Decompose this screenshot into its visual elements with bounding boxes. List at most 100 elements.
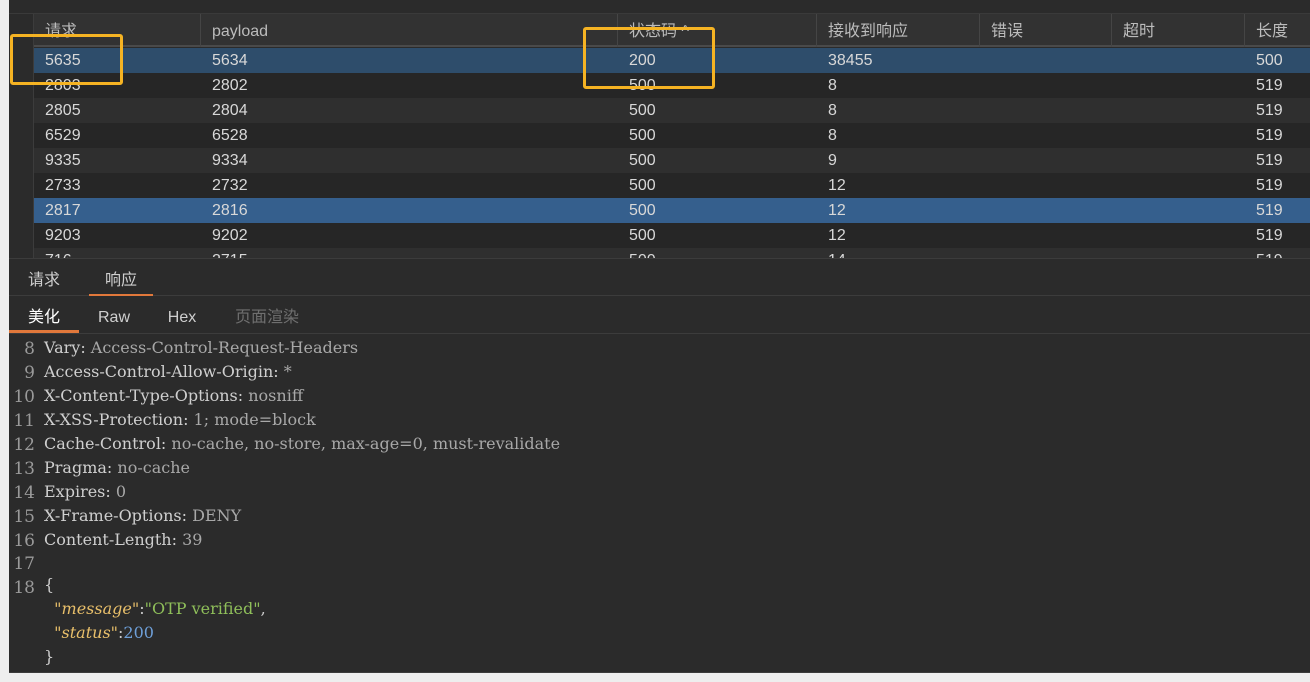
cell-timeout bbox=[1112, 198, 1123, 223]
cell-request: 9335 bbox=[45, 152, 81, 169]
tab-request[interactable]: 请求 bbox=[19, 259, 69, 296]
line-number: 16 bbox=[13, 531, 35, 551]
cell-timeout bbox=[1112, 123, 1123, 148]
cell-payload: 2732 bbox=[212, 177, 248, 194]
line-number: 18 bbox=[13, 578, 35, 598]
header-line: X-Content-Type-Options: nosniff bbox=[44, 386, 303, 405]
message-tabs: 请求 响应 bbox=[9, 258, 1310, 296]
cell-status: 500 bbox=[618, 248, 656, 258]
table-row[interactable]: 5635 5634 200 38455 500 bbox=[34, 48, 1310, 73]
header-value: no-cache bbox=[112, 458, 190, 477]
table-row[interactable]: 6529 6528 500 8 519 bbox=[34, 123, 1310, 148]
cell-length: 500 bbox=[1256, 52, 1283, 69]
response-viewer[interactable]: 8 9 10 11 12 13 14 15 16 17 18 Vary: Access-Contro… bbox=[9, 335, 1310, 672]
cell-error bbox=[980, 123, 991, 148]
header-value: 0 bbox=[110, 482, 127, 501]
table-row[interactable]: 716 2715 500 14 519 bbox=[34, 248, 1310, 258]
header-value: * bbox=[278, 362, 292, 381]
header-line: Access-Control-Allow-Origin: * bbox=[44, 362, 292, 381]
cell-payload: 9334 bbox=[212, 152, 248, 169]
json-message-line: "message":"OTP verified", bbox=[54, 599, 266, 618]
tab-raw[interactable]: Raw bbox=[89, 297, 139, 333]
cell-payload: 2804 bbox=[212, 102, 248, 119]
intruder-results-table[interactable]: 请求 payload 状态码 ^ 接收到响应 错误 超时 长度 5635 5634… bbox=[33, 14, 1310, 258]
cell-request: 6529 bbox=[45, 127, 81, 144]
line-number: 11 bbox=[13, 411, 35, 431]
json-status-line: "status":200 bbox=[54, 623, 154, 642]
header-value: DENY bbox=[187, 506, 242, 525]
column-header-request[interactable]: 请求 bbox=[34, 14, 201, 47]
cell-request: 2817 bbox=[45, 202, 81, 219]
header-line: Content-Length: 39 bbox=[44, 530, 202, 549]
header-key: Access-Control-Allow-Origin: bbox=[44, 362, 279, 381]
header-key: X-XSS-Protection: bbox=[44, 410, 189, 429]
cell-timeout bbox=[1112, 248, 1123, 258]
top-toolbar-edge bbox=[9, 0, 1310, 14]
header-key: Expires: bbox=[44, 482, 111, 501]
table-row[interactable]: 2805 2804 500 8 519 bbox=[34, 98, 1310, 123]
header-value: 1; mode=block bbox=[188, 410, 316, 429]
column-header-payload[interactable]: payload bbox=[201, 14, 618, 47]
header-key: Pragma: bbox=[44, 458, 113, 477]
column-header-status-code[interactable]: 状态码 ^ bbox=[618, 14, 817, 47]
cell-status: 200 bbox=[629, 52, 656, 69]
header-key: Cache-Control: bbox=[44, 434, 167, 453]
cell-timeout bbox=[1112, 148, 1123, 173]
table-row[interactable]: 2817 2816 500 12 519 bbox=[34, 198, 1310, 223]
cell-length: 519 bbox=[1256, 202, 1283, 219]
column-header-error[interactable]: 错误 bbox=[980, 14, 1112, 47]
cell-error bbox=[980, 173, 991, 198]
table-row[interactable]: 2733 2732 500 12 519 bbox=[34, 173, 1310, 198]
cell-payload: 6528 bbox=[212, 127, 248, 144]
header-value: Access-Control-Request-Headers bbox=[85, 338, 359, 357]
table-row[interactable]: 2803 2802 500 8 519 bbox=[34, 73, 1310, 98]
json-key-message: "message" bbox=[54, 599, 140, 618]
json-close-brace: } bbox=[44, 647, 55, 666]
tab-pretty[interactable]: 美化 bbox=[9, 297, 79, 333]
cell-timeout bbox=[1112, 223, 1123, 248]
line-number: 10 bbox=[13, 387, 35, 407]
cell-payload: 2802 bbox=[212, 77, 248, 94]
view-tabs: 美化 Raw Hex 页面渲染 bbox=[9, 297, 1310, 334]
table-header: 请求 payload 状态码 ^ 接收到响应 错误 超时 长度 bbox=[34, 14, 1310, 47]
cell-received: 8 bbox=[828, 102, 837, 119]
cell-request: 9203 bbox=[45, 227, 81, 244]
header-line: X-Frame-Options: DENY bbox=[44, 506, 241, 525]
table-row[interactable]: 9335 9334 500 9 519 bbox=[34, 148, 1310, 173]
cell-payload: 2715 bbox=[201, 248, 248, 258]
cell-request: 2733 bbox=[45, 177, 81, 194]
cell-payload: 2816 bbox=[212, 202, 248, 219]
cell-status: 500 bbox=[629, 177, 656, 194]
column-header-timeout[interactable]: 超时 bbox=[1112, 14, 1245, 47]
json-key-status: "status" bbox=[54, 623, 119, 642]
cell-length: 519 bbox=[1256, 227, 1283, 244]
cell-received: 12 bbox=[828, 202, 846, 219]
cell-received: 8 bbox=[828, 127, 837, 144]
window-left-edge bbox=[0, 0, 9, 682]
cell-status: 500 bbox=[629, 102, 656, 119]
tab-hex[interactable]: Hex bbox=[159, 297, 205, 333]
cell-status: 500 bbox=[629, 202, 656, 219]
cell-received: 14 bbox=[817, 248, 846, 258]
cell-timeout bbox=[1112, 73, 1123, 98]
cell-payload: 9202 bbox=[212, 227, 248, 244]
cell-request: 5635 bbox=[45, 52, 81, 69]
cell-error bbox=[980, 148, 991, 173]
table-row[interactable]: 9203 9202 500 12 519 bbox=[34, 223, 1310, 248]
header-line: Expires: 0 bbox=[44, 482, 126, 501]
cell-length: 519 bbox=[1256, 152, 1283, 169]
cell-request: 2805 bbox=[45, 102, 81, 119]
cell-timeout bbox=[1112, 48, 1123, 73]
cell-request: 716 bbox=[34, 248, 72, 258]
line-number: 13 bbox=[13, 459, 35, 479]
column-header-length[interactable]: 长度 bbox=[1245, 14, 1310, 47]
cell-payload: 5634 bbox=[212, 52, 248, 69]
tab-render: 页面渲染 bbox=[234, 309, 299, 326]
cell-timeout bbox=[1112, 173, 1123, 198]
column-header-response-received[interactable]: 接收到响应 bbox=[817, 14, 980, 47]
header-line: Pragma: no-cache bbox=[44, 458, 190, 477]
json-value-status: 200 bbox=[123, 623, 154, 642]
line-number: 15 bbox=[13, 507, 35, 527]
cell-received: 9 bbox=[828, 152, 837, 169]
tab-response[interactable]: 响应 bbox=[89, 259, 153, 296]
